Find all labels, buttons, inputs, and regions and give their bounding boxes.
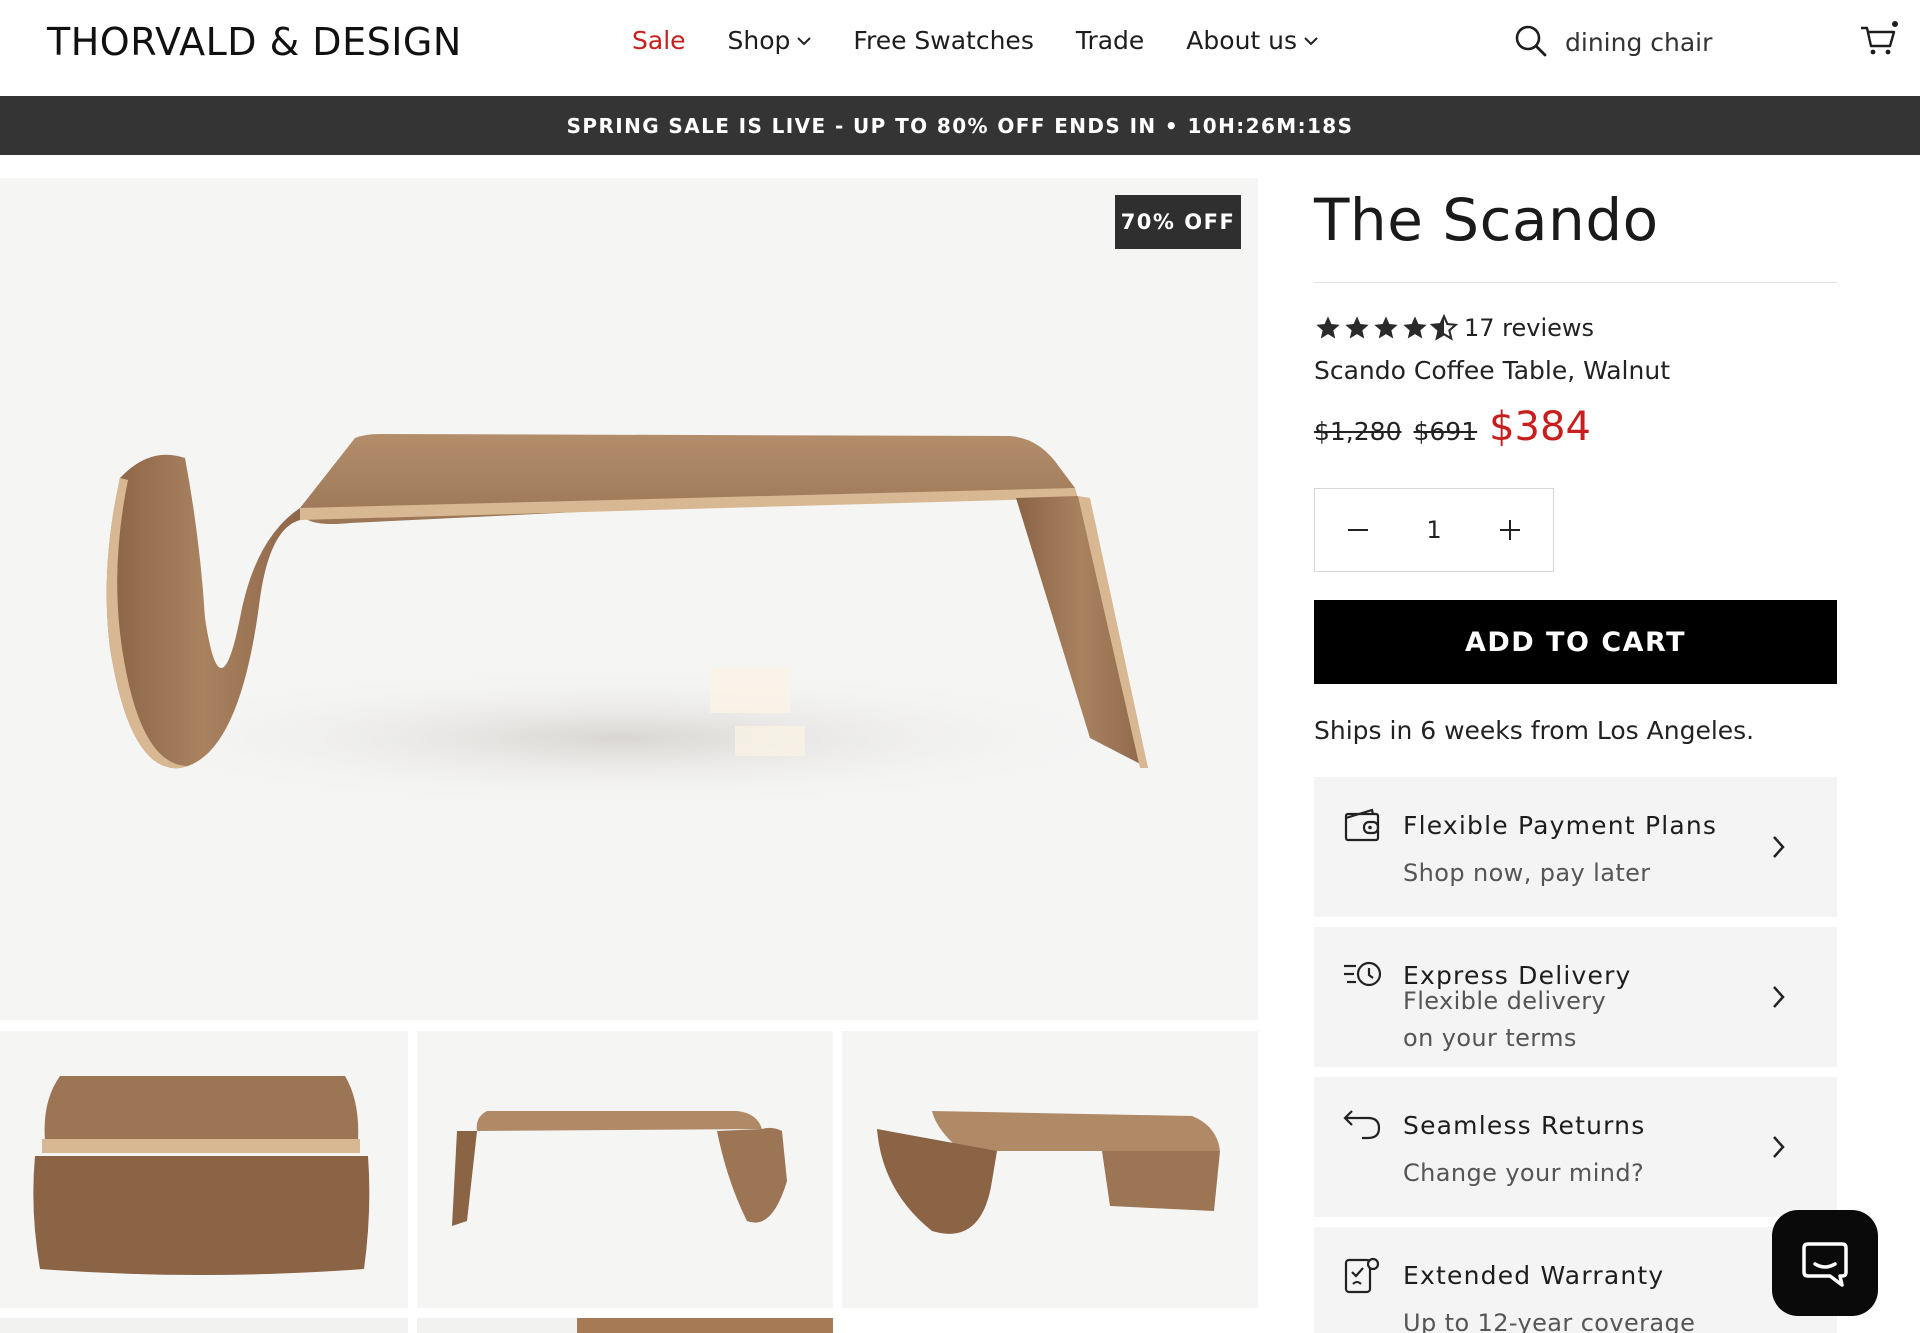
discount-badge: 70% OFF: [1115, 195, 1241, 249]
product-main-image[interactable]: [0, 178, 1258, 1020]
product-thumbnail-1[interactable]: [0, 1031, 408, 1308]
fast-delivery-icon: [1344, 961, 1382, 987]
thumbnail-image: [33, 1076, 370, 1275]
product-thumbnail-2[interactable]: [417, 1031, 833, 1308]
half-star-icon: [1430, 314, 1458, 341]
chevron-right-icon: [1773, 1136, 1785, 1158]
nav-about[interactable]: About us: [1186, 26, 1318, 55]
warranty-icon: [1344, 1257, 1380, 1294]
quantity-value[interactable]: 1: [1401, 516, 1467, 544]
promo-banner[interactable]: SPRING SALE IS LIVE - UP TO 80% OFF ENDS…: [0, 96, 1920, 155]
feature-title: Extended Warranty: [1403, 1261, 1665, 1290]
thumbnail-image: [452, 1111, 787, 1226]
price-block: $1,280 $691 $384: [1314, 404, 1591, 450]
star-icon: [1403, 316, 1427, 339]
feature-subtitle: Shop now, pay later: [1403, 859, 1651, 887]
minus-icon: [1348, 529, 1368, 531]
wallet-icon: [1344, 808, 1380, 842]
feature-title: Seamless Returns: [1403, 1111, 1646, 1140]
add-to-cart-button[interactable]: ADD TO CART: [1314, 600, 1837, 684]
feature-subtitle-line: Flexible delivery: [1403, 987, 1607, 1015]
main-nav: Sale Shop Free Swatches Trade About us: [632, 26, 1360, 55]
product-thumbnail-3[interactable]: [842, 1031, 1258, 1308]
chevron-right-icon: [1773, 986, 1785, 1008]
promo-text: SPRING SALE IS LIVE - UP TO 80% OFF ENDS…: [566, 113, 1354, 138]
nav-about-label: About us: [1186, 26, 1298, 55]
product-rating[interactable]: 17 reviews: [1314, 314, 1594, 342]
chat-button[interactable]: [1772, 1210, 1878, 1316]
quantity-stepper: 1: [1314, 488, 1554, 572]
price-current: $384: [1489, 404, 1591, 450]
product-thumbnail-5[interactable]: [417, 1318, 833, 1333]
product-variant-name: Scando Coffee Table, Walnut: [1314, 356, 1670, 385]
plus-icon: [1500, 520, 1520, 540]
feature-title: Flexible Payment Plans: [1403, 811, 1718, 840]
nav-shop-label: Shop: [727, 26, 791, 55]
star-rating: [1314, 314, 1458, 342]
nav-trade-label: Trade: [1075, 26, 1145, 55]
divider: [1314, 282, 1837, 283]
feature-express-delivery[interactable]: Express Delivery Flexible delivery on yo…: [1314, 927, 1837, 1067]
search-icon[interactable]: [1514, 24, 1548, 58]
return-arrow-icon: [1343, 1110, 1381, 1140]
product-thumbnail-4[interactable]: [0, 1318, 408, 1333]
feature-subtitle: Change your mind?: [1403, 1159, 1645, 1187]
star-icon: [1374, 316, 1398, 339]
increase-quantity-button[interactable]: [1467, 489, 1553, 571]
chat-bubble-icon: [1802, 1242, 1848, 1287]
decrease-quantity-button[interactable]: [1315, 489, 1401, 571]
feature-subtitle: Up to 12-year coverage: [1403, 1309, 1696, 1333]
nav-sale[interactable]: Sale: [632, 26, 686, 55]
thumbnail-image: [577, 1318, 833, 1333]
reviews-count[interactable]: 17 reviews: [1464, 314, 1594, 342]
star-icon: [1345, 316, 1369, 339]
chevron-down-icon: [1304, 36, 1318, 45]
nav-swatches-label: Free Swatches: [853, 26, 1034, 55]
star-icon: [1316, 316, 1340, 339]
product-title: The Scando: [1314, 186, 1659, 254]
site-header: THORVALD & DESIGN Sale Shop Free Swatche…: [0, 0, 1920, 96]
search-input[interactable]: [1565, 22, 1805, 62]
chevron-right-icon: [1773, 836, 1785, 858]
feature-seamless-returns[interactable]: Seamless Returns Change your mind?: [1314, 1077, 1837, 1217]
feature-flexible-payment[interactable]: Flexible Payment Plans Shop now, pay lat…: [1314, 777, 1837, 917]
cart-icon[interactable]: [1858, 20, 1898, 60]
chevron-down-icon: [797, 36, 812, 45]
nav-free-swatches[interactable]: Free Swatches: [853, 26, 1033, 55]
feature-extended-warranty[interactable]: Extended Warranty Up to 12-year coverage: [1314, 1227, 1837, 1333]
brand-logo[interactable]: THORVALD & DESIGN: [47, 20, 462, 64]
price-previous: $691: [1413, 417, 1478, 446]
coffee-table-illustration: [100, 434, 1148, 808]
thumbnail-image: [877, 1111, 1220, 1234]
nav-trade[interactable]: Trade: [1076, 26, 1144, 55]
feature-subtitle-line: on your terms: [1403, 1024, 1577, 1052]
nav-sale-label: Sale: [632, 26, 686, 55]
price-original: $1,280: [1314, 417, 1402, 446]
feature-subtitle: Flexible delivery on your terms: [1403, 983, 1643, 1057]
nav-shop[interactable]: Shop: [728, 26, 812, 55]
shipping-info: Ships in 6 weeks from Los Angeles.: [1314, 716, 1755, 745]
